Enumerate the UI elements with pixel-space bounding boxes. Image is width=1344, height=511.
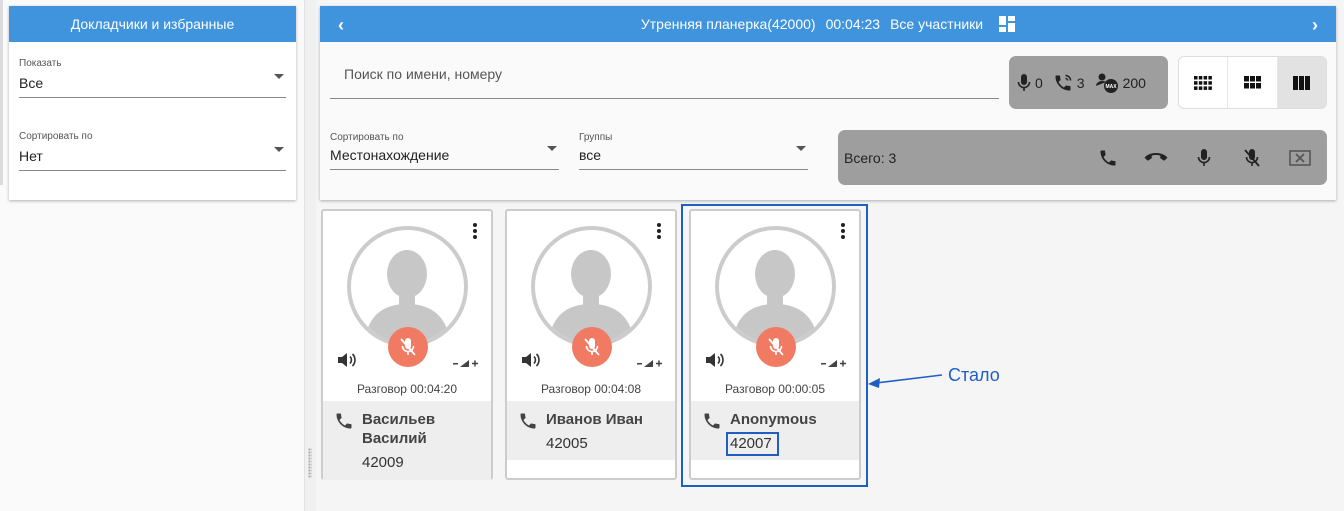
close-box-icon <box>1289 149 1311 166</box>
conference-sort-select[interactable]: Сортировать по Местонахождение <box>330 132 559 170</box>
stat-calls-count: 3 <box>1076 74 1085 91</box>
participant-number: 42009 <box>362 454 404 471</box>
talk-duration: Разговор 00:04:08 <box>540 382 642 396</box>
grid-large-icon <box>1293 75 1311 90</box>
annotation-arrow <box>868 374 943 388</box>
phone-icon <box>518 411 538 436</box>
stat-max-count: 200 <box>1122 74 1146 91</box>
participant-name: Иванов Иван <box>546 411 643 428</box>
left-edge-strip <box>0 0 3 185</box>
call-all-button[interactable] <box>1084 148 1132 168</box>
drag-handle-icon[interactable] <box>308 448 312 478</box>
participants-filter[interactable]: Все участники <box>890 16 983 32</box>
conference-sort-label: Сортировать по <box>330 132 404 143</box>
stats-box: 0 3 MAX 200 <box>1009 56 1168 109</box>
muted-microphone-button[interactable] <box>572 327 612 367</box>
search-field <box>330 58 999 99</box>
microphone-off-icon <box>584 338 600 356</box>
search-input[interactable] <box>330 58 999 90</box>
groups-value: все <box>579 147 602 163</box>
participant-card[interactable]: Разговор 00:04:08 Иванов Иван 42005 <box>505 209 677 480</box>
volume-level-icon[interactable] <box>637 355 663 373</box>
number-highlight-box <box>726 432 779 456</box>
mute-all-button[interactable] <box>1228 148 1276 168</box>
phone-in-talk-icon <box>1055 74 1072 90</box>
conference-header: ‹ Утренняя планерка(42000) 00:04:23 Все … <box>320 6 1336 42</box>
conference-sort-value: Местонахождение <box>330 147 450 163</box>
stat-mic-count: 0 <box>1035 74 1043 91</box>
phone-icon <box>1100 150 1116 165</box>
chevron-down-icon <box>274 147 284 152</box>
talk-duration: Разговор 00:04:20 <box>356 382 458 396</box>
participant-info: Иванов Иван 42005 <box>507 401 675 460</box>
left-sort-value: Нет <box>19 148 43 164</box>
left-sort-label: Сортировать по <box>19 131 93 142</box>
chevron-left-icon[interactable]: ‹ <box>338 15 344 36</box>
grid-small-button[interactable] <box>1179 57 1229 108</box>
conference-panel: ‹ Утренняя планерка(42000) 00:04:23 Все … <box>320 6 1336 200</box>
more-vert-icon[interactable] <box>473 223 477 244</box>
grid-medium-icon <box>1243 76 1261 89</box>
stat-max: MAX 200 <box>1095 72 1146 94</box>
annotation-label: Стало <box>948 365 1000 385</box>
volume-level-icon[interactable] <box>453 355 479 373</box>
speakers-panel-header: Докладчики и избранные <box>9 6 296 42</box>
chevron-down-icon <box>796 146 806 151</box>
show-select[interactable]: Показать Все <box>19 58 286 98</box>
conference-title: Утренняя планерка(42000) <box>640 16 816 32</box>
speakers-favorites-panel: Докладчики и избранные Показать Все Сорт… <box>9 6 296 200</box>
participant-info: Васильев Василий 42009 <box>323 401 491 480</box>
grid-medium-button[interactable] <box>1228 57 1278 108</box>
grid-small-icon <box>1194 75 1213 90</box>
microphone-off-icon <box>1244 148 1260 167</box>
chevron-right-icon[interactable]: › <box>1312 15 1318 36</box>
unmute-all-button[interactable] <box>1180 148 1228 168</box>
show-label: Показать <box>19 58 62 69</box>
call-end-icon <box>1144 152 1168 161</box>
participant-name: Васильев Василий <box>362 411 436 447</box>
panel-splitter[interactable] <box>304 0 316 511</box>
volume-icon[interactable] <box>521 351 541 374</box>
total-count: Всего: 3 <box>844 149 897 166</box>
max-badge-text: MAX <box>1105 84 1117 90</box>
stat-mic: 0 <box>1017 73 1043 93</box>
remove-all-button[interactable] <box>1276 149 1324 166</box>
microphone-icon <box>1017 73 1031 91</box>
stat-calls: 3 <box>1053 73 1085 93</box>
chevron-down-icon <box>274 74 284 79</box>
participant-card[interactable]: Разговор 00:04:20 Васильев Василий 42009 <box>321 209 493 480</box>
groups-select[interactable]: Группы все <box>579 132 808 170</box>
grid-large-button[interactable] <box>1277 57 1326 108</box>
view-mode-buttons <box>1178 56 1327 109</box>
max-participants-icon: MAX <box>1095 73 1118 93</box>
conference-timer: 00:04:23 <box>825 16 881 32</box>
left-sort-select[interactable]: Сортировать по Нет <box>19 131 286 171</box>
chevron-down-icon <box>547 146 557 151</box>
groups-label: Группы <box>579 132 613 143</box>
hangup-all-button[interactable] <box>1132 151 1180 165</box>
participant-number: 42005 <box>546 435 588 452</box>
dashboard-layout-icon[interactable] <box>999 16 1016 32</box>
volume-icon[interactable] <box>337 351 357 374</box>
speakers-panel-title: Докладчики и избранные <box>70 16 235 32</box>
show-value: Все <box>19 75 44 91</box>
microphone-icon <box>1197 148 1211 166</box>
phone-icon <box>334 411 354 436</box>
more-vert-icon[interactable] <box>657 223 661 244</box>
microphone-off-icon <box>400 338 416 356</box>
muted-microphone-button[interactable] <box>388 327 428 367</box>
group-actions-bar: Всего: 3 <box>838 130 1327 185</box>
